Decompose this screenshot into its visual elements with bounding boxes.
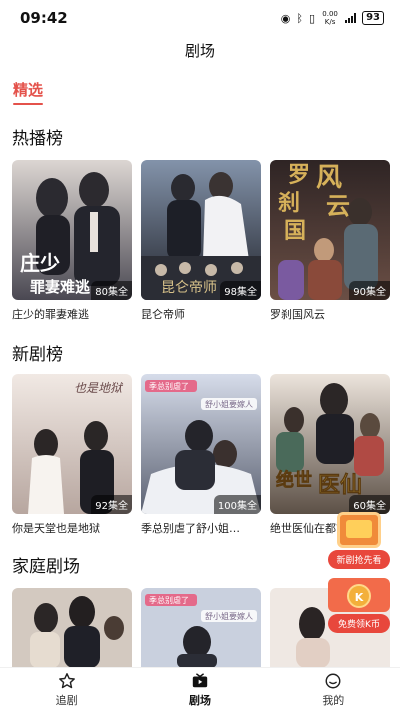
battery-icon: 93	[362, 11, 384, 25]
status-bar: 09:42 ◉ ᛒ ▯ 0.00 K/s 93	[0, 0, 400, 36]
svg-text:刹: 刹	[278, 190, 300, 216]
svg-text:罗: 罗	[288, 162, 310, 188]
coin-icon: K	[347, 584, 371, 608]
svg-text:风: 风	[316, 163, 342, 193]
section-title-new: 新剧榜	[12, 345, 63, 365]
svg-text:庄少: 庄少	[20, 251, 60, 275]
poster-image[interactable]: 季总别虐了 舒小姐要嫁人	[141, 588, 261, 668]
poster-art: 也是地狱	[12, 374, 132, 514]
nav-item-profile[interactable]: 我的	[267, 668, 400, 711]
vibrate-icon: ▯	[309, 11, 316, 25]
poster-art	[12, 588, 132, 668]
svg-text:季总别虐了: 季总别虐了	[149, 595, 189, 605]
svg-text:罪妻难逃: 罪妻难逃	[30, 278, 90, 296]
episode-badge: 92集全	[91, 495, 132, 514]
battery-level: 93	[366, 12, 380, 23]
card-title: 罗刹国风云	[270, 308, 325, 321]
tab-featured[interactable]: 精选	[13, 79, 43, 100]
network-speed: 0.00 K/s	[322, 10, 338, 26]
poster-image[interactable]: 昆仑帝师 98集全	[141, 160, 261, 300]
poster-image[interactable]	[12, 588, 132, 668]
svg-text:舒小姐要嫁人: 舒小姐要嫁人	[205, 611, 253, 621]
poster-art: 绝世 医仙	[270, 374, 390, 514]
svg-text:昆仑帝师: 昆仑帝师	[161, 280, 217, 296]
promo-free-coins-box: K	[328, 578, 390, 612]
card-title: 庄少的罪妻难逃	[12, 308, 89, 321]
card-title: 季总别虐了舒小姐…	[141, 522, 240, 535]
poster-art: 庄少 罪妻难逃	[12, 160, 132, 300]
drama-card[interactable]: 罗 风 刹 云 国 90集全 罗刹国风云	[270, 160, 390, 322]
poster-image[interactable]: 绝世 医仙 60集全	[270, 374, 390, 514]
promo-new-drama[interactable]: 新剧抢先看	[328, 512, 390, 569]
episode-badge: 90集全	[349, 281, 390, 300]
page-title: 剧场	[184, 42, 215, 60]
drama-card[interactable]: 季总别虐了 舒小姐要嫁人	[141, 588, 261, 668]
signal-icon	[345, 13, 357, 23]
bluetooth-icon: ᛒ	[296, 11, 304, 25]
nav-label-theater: 剧场	[188, 693, 211, 707]
nav-item-theater[interactable]: 剧场	[133, 668, 266, 711]
promo-free-coins-label: 免费领K币	[328, 614, 390, 633]
poster-art: 罗 风 刹 云 国	[270, 160, 390, 300]
card-title: 你是天堂也是地狱	[12, 522, 100, 535]
star-icon	[58, 672, 75, 688]
tab-featured-underline	[13, 103, 43, 105]
nav-label-profile: 我的	[322, 693, 345, 707]
poster-image[interactable]: 也是地狱 92集全	[12, 374, 132, 514]
poster-image[interactable]: 罗 风 刹 云 国 90集全	[270, 160, 390, 300]
drama-card[interactable]: 也是地狱 92集全 你是天堂也是地狱	[12, 374, 132, 536]
poster-image[interactable]: 庄少 罪妻难逃 80集全	[12, 160, 132, 300]
nav-item-follow[interactable]: 追剧	[0, 668, 133, 711]
poster-art: 昆仑帝师	[141, 160, 261, 300]
svg-text:舒小姐要嫁人: 舒小姐要嫁人	[205, 399, 253, 409]
episode-badge: 80集全	[91, 281, 132, 300]
episode-badge: 98集全	[220, 281, 261, 300]
bottom-nav: 追剧 剧场 我的	[0, 667, 400, 711]
section-title-hot: 热播榜	[12, 129, 63, 149]
drama-card[interactable]: 季总别虐了 舒小姐要嫁人 100集全 季总别虐了舒小姐…	[141, 374, 261, 536]
episode-badge: 100集全	[213, 495, 261, 514]
play-tv-icon	[192, 672, 208, 687]
hot-list-row: 庄少 罪妻难逃 80集全 庄少的罪妻难逃 昆仑帝师 98集全 昆仑帝师 罗 风 …	[12, 160, 390, 322]
svg-text:也是地狱: 也是地狱	[74, 381, 124, 395]
status-time: 09:42	[20, 9, 68, 27]
drama-card[interactable]: 庄少 罪妻难逃 80集全 庄少的罪妻难逃	[12, 160, 132, 322]
tv-icon	[337, 512, 381, 548]
promo-free-coins[interactable]: K 免费领K币	[328, 578, 390, 633]
svg-text:云: 云	[326, 191, 350, 220]
drama-card[interactable]: 昆仑帝师 98集全 昆仑帝师	[141, 160, 261, 322]
section-title-family: 家庭剧场	[12, 557, 80, 577]
nav-label-follow: 追剧	[55, 693, 78, 707]
nfc-icon: ◉	[280, 11, 291, 25]
drama-card[interactable]	[12, 588, 132, 668]
poster-image[interactable]: 季总别虐了 舒小姐要嫁人 100集全	[141, 374, 261, 514]
promo-new-drama-label: 新剧抢先看	[328, 550, 390, 569]
svg-text:季总别虐了: 季总别虐了	[149, 381, 189, 391]
svg-text:国: 国	[284, 218, 306, 244]
svg-text:绝世: 绝世	[276, 469, 312, 491]
poster-art: 季总别虐了 舒小姐要嫁人	[141, 374, 261, 514]
poster-art: 季总别虐了 舒小姐要嫁人	[141, 588, 261, 668]
profile-icon	[325, 673, 341, 688]
card-title: 昆仑帝师	[141, 308, 185, 321]
status-icons: ◉ ᛒ ▯ 0.00 K/s 93	[281, 10, 384, 26]
